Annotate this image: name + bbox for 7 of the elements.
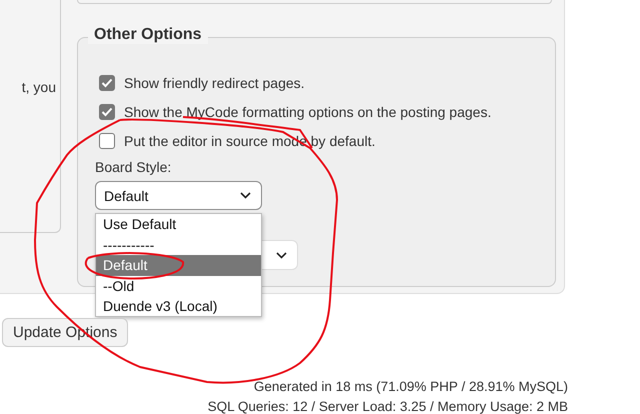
field-label: Board Style:	[95, 159, 172, 175]
checkbox-label: Show friendly redirect pages.	[124, 74, 305, 90]
side-text: t, you	[22, 79, 57, 97]
checkbox-label: Show the MyCode formatting options on the posting pages.	[124, 104, 492, 120]
fieldset-legend: Other Options	[88, 26, 208, 44]
footer-text: Generated in 18 ms (71.09% PHP / 28.91% MySQL)	[252, 378, 568, 396]
footer-text: SQL Queries: 12 / Server Load: 3.25 / Memory Usage: 2 MB	[208, 398, 568, 414]
